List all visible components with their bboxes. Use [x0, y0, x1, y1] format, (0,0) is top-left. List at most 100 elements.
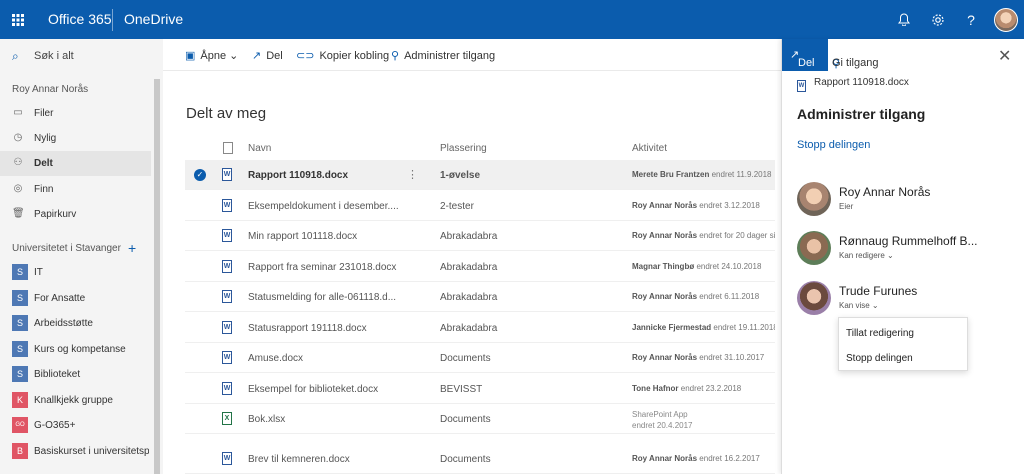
search-box[interactable]: ⌕ Søk i alt — [0, 39, 163, 71]
manage-access-panel: ↗ Del ⚲ Gi tilgang ✕ W Rapport 110918.doc… — [781, 39, 1024, 474]
permission-dropdown[interactable]: Kan vise ⌄ — [839, 301, 879, 310]
file-name[interactable]: Brev til kemneren.docx — [248, 454, 350, 465]
file-name[interactable]: Amuse.docx — [248, 353, 303, 364]
table-row[interactable]: W Eksempeldokument i desember.... 2-test… — [185, 191, 775, 221]
file-location[interactable]: 2-tester — [440, 201, 474, 212]
file-location[interactable]: BEVISST — [440, 384, 482, 395]
checkmark-icon[interactable]: ✓ — [194, 169, 206, 181]
table-row[interactable]: X Bok.xlsx Documents SharePoint App endre… — [185, 404, 775, 434]
chevron-down-icon: ⌄ — [871, 301, 879, 310]
file-location[interactable]: Abrakadabra — [440, 231, 497, 242]
nav-item-delt[interactable]: ⚇ Delt — [0, 151, 151, 176]
site-label: Arbeidsstøtte — [34, 318, 93, 329]
file-location[interactable]: Abrakadabra — [440, 262, 497, 273]
scrollbar-thumb[interactable] — [154, 79, 160, 474]
person-name: Rønnaug Rummelhoff B... — [839, 234, 978, 248]
file-location[interactable]: Documents — [440, 414, 491, 425]
site-item[interactable]: S Biblioteket — [0, 362, 151, 387]
file-activity: SharePoint App endret 20.4.2017 — [632, 409, 693, 431]
file-name[interactable]: Statusrapport 191118.docx — [248, 323, 367, 334]
activity-text: endret 20.4.2017 — [632, 421, 693, 430]
bell-icon[interactable] — [888, 0, 920, 39]
site-item[interactable]: GO G-O365+ — [0, 413, 151, 438]
activity-user: Roy Annar Norås — [632, 201, 698, 210]
file-location[interactable]: 1-øvelse — [440, 170, 480, 181]
menu-item-stop-sharing[interactable]: Stopp delingen — [839, 346, 969, 370]
table-row[interactable]: W Amuse.docx Documents Roy Annar Norås e… — [185, 343, 775, 373]
activity-text: endret 19.11.2018 — [713, 323, 775, 332]
avatar[interactable] — [994, 8, 1018, 32]
permission-dropdown[interactable]: Kan redigere ⌄ — [839, 251, 894, 260]
nav-item-papirkurv[interactable]: 🗑 Papirkurv — [0, 202, 151, 227]
file-activity: Roy Annar Norås endret 3.12.2018 — [632, 201, 775, 210]
stop-sharing-link[interactable]: Stopp delingen — [797, 139, 870, 151]
menu-item-allow-edit[interactable]: Tillat redigering — [839, 321, 969, 345]
file-type-header-icon[interactable] — [223, 142, 233, 154]
column-header-activity[interactable]: Aktivitet — [632, 143, 667, 154]
sites-heading-label: Universitetet i Stavanger — [12, 243, 121, 254]
file-location[interactable]: Documents — [440, 353, 491, 364]
table-row[interactable]: ✓ W Rapport 110918.docx ⋮ 1-øvelse Meret… — [185, 160, 775, 190]
left-nav-scrollbar[interactable] — [151, 39, 163, 474]
copy-link-button[interactable]: ⊂⊃ Kopier kobling — [296, 49, 389, 62]
site-label: G-O365+ — [34, 420, 76, 431]
file-name[interactable]: Eksempel for biblioteket.docx — [248, 384, 378, 395]
waffle-icon[interactable] — [0, 0, 36, 39]
nav-item-finn[interactable]: ◎ Finn — [0, 177, 151, 202]
share-button[interactable]: ↗ Del — [252, 49, 283, 62]
manage-access-button[interactable]: ⚲ Administrer tilgang — [391, 49, 495, 62]
site-label: Biblioteket — [34, 369, 81, 380]
site-logo-icon: S — [12, 366, 28, 382]
app-name[interactable]: OneDrive — [124, 0, 183, 39]
site-item[interactable]: B Basiskurset i universitetsp — [0, 439, 151, 464]
site-logo-icon: K — [12, 392, 28, 408]
file-location[interactable]: Abrakadabra — [440, 292, 497, 303]
panel-title: Administrer tilgang — [797, 106, 926, 122]
tab-share-label: ↗ Del — [790, 49, 815, 69]
close-icon[interactable]: ✕ — [998, 46, 1011, 66]
file-location[interactable]: Documents — [440, 454, 491, 465]
tab-share[interactable]: ↗ Del — [782, 39, 828, 71]
search-input[interactable]: Søk i alt — [34, 50, 74, 62]
gear-icon[interactable] — [922, 0, 954, 39]
nav-item-filer[interactable]: ▭ Filer — [0, 101, 151, 126]
file-list-area: Delt av meg Navn Plassering Aktivitet ✓ … — [163, 71, 781, 474]
file-location[interactable]: Abrakadabra — [440, 323, 497, 334]
site-logo-icon: S — [12, 264, 28, 280]
manage-access-label: Administrer tilgang — [404, 50, 496, 62]
table-row[interactable]: W Rapport fra seminar 231018.docx Abraka… — [185, 252, 775, 282]
table-row[interactable]: W Min rapport 101118.docx Abrakadabra Ro… — [185, 221, 775, 251]
table-row[interactable]: W Statusrapport 191118.docx Abrakadabra … — [185, 313, 775, 343]
file-name[interactable]: Rapport 110918.docx — [248, 170, 348, 181]
table-row[interactable]: W Statusmelding for alle-061118.d... Abr… — [185, 282, 775, 312]
table-row[interactable]: W Eksempel for biblioteket.docx BEVISST … — [185, 374, 775, 404]
column-header-name[interactable]: Navn — [248, 143, 271, 154]
help-icon[interactable]: ? — [955, 0, 987, 39]
nav-item-label: Finn — [34, 184, 54, 195]
word-file-icon: W — [222, 229, 232, 242]
brand-label[interactable]: Office 365 — [48, 0, 112, 39]
table-row[interactable]: W Brev til kemneren.docx Documents Roy A… — [185, 444, 775, 474]
add-site-icon[interactable]: + — [128, 240, 136, 256]
panel-file: W Rapport 110918.docx — [797, 77, 909, 92]
file-name[interactable]: Min rapport 101118.docx — [248, 231, 357, 242]
site-item[interactable]: S IT — [0, 260, 151, 285]
file-name[interactable]: Statusmelding for alle-061118.d... — [248, 292, 396, 303]
sites-heading: Universitetet i Stavanger + — [12, 240, 136, 256]
site-item[interactable]: K Knallkjekk gruppe — [0, 388, 151, 413]
more-options-icon[interactable]: ⋮ — [407, 168, 418, 181]
nav-item-label: Filer — [34, 108, 54, 119]
site-logo-icon: GO — [12, 417, 28, 433]
open-button[interactable]: ▣ Åpne ⌄ — [185, 49, 238, 62]
column-header-location[interactable]: Plassering — [440, 143, 487, 154]
nav-item-nylig[interactable]: ◷ Nylig — [0, 126, 151, 151]
site-item[interactable]: S For Ansatte — [0, 286, 151, 311]
site-item[interactable]: S Kurs og kompetanse — [0, 337, 151, 362]
file-name[interactable]: Rapport fra seminar 231018.docx — [248, 262, 396, 273]
file-name[interactable]: Eksempeldokument i desember.... — [248, 201, 399, 212]
file-name[interactable]: Bok.xlsx — [248, 414, 285, 425]
word-file-icon: W — [222, 290, 232, 303]
chevron-down-icon: ⌄ — [229, 50, 239, 62]
site-item[interactable]: S Arbeidsstøtte — [0, 311, 151, 336]
file-activity: Tone Hafnor endret 23.2.2018 — [632, 384, 775, 393]
